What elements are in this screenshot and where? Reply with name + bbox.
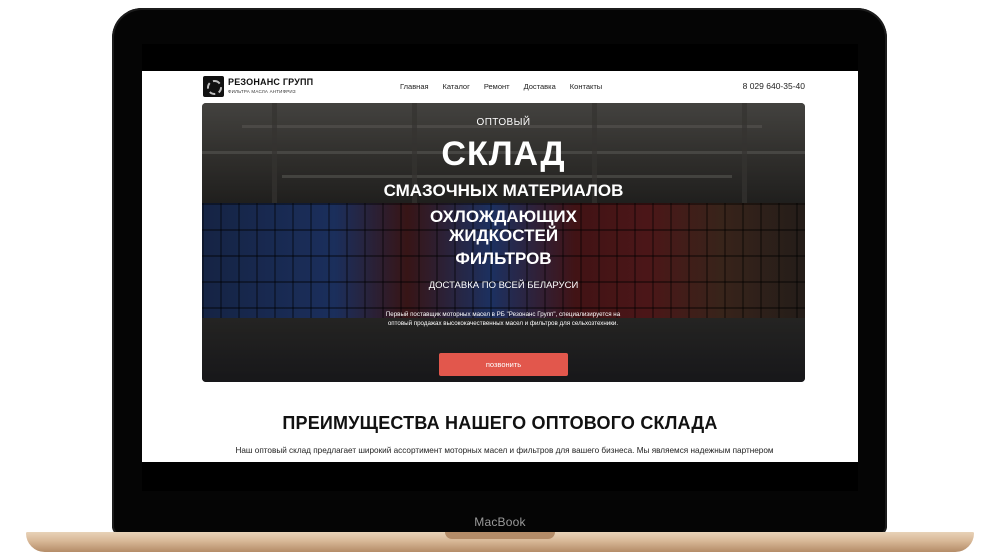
nav-item-contacts[interactable]: Контакты bbox=[570, 82, 602, 91]
main-nav: Главная Каталог Ремонт Доставка Контакты bbox=[400, 82, 602, 91]
hero-line-coolant: ОХЛОЖДАЮЩИХ bbox=[429, 207, 577, 226]
site-header: РЕЗОНАНС ГРУПП ФИЛЬТРА МАСЛА АНТИФРИЗ Гл… bbox=[142, 71, 858, 101]
logo-icon[interactable] bbox=[203, 76, 224, 97]
laptop-brand-label: MacBook bbox=[474, 515, 526, 529]
hero-banner: ОПТОВЫЙ СКЛАД СМАЗОЧНЫХ МАТЕРИАЛОВ ОХЛОЖ… bbox=[202, 103, 805, 382]
logo-subtitle: ФИЛЬТРА МАСЛА АНТИФРИЗ bbox=[228, 89, 296, 94]
hero-description: Первый поставщик моторных масел в РБ "Ре… bbox=[385, 311, 621, 327]
hero-delivery-note: ДОСТАВКА ПО ВСЕЙ БЕЛАРУСИ bbox=[428, 280, 579, 291]
call-button[interactable]: позвонить bbox=[439, 353, 568, 376]
logo-title[interactable]: РЕЗОНАНС ГРУПП bbox=[228, 77, 313, 87]
laptop-notch bbox=[445, 532, 555, 539]
nav-item-repair[interactable]: Ремонт bbox=[484, 82, 510, 91]
hero-title: СКЛАД bbox=[441, 135, 566, 173]
hero-line-lubricants: СМАЗОЧНЫХ МАТЕРИАЛОВ bbox=[383, 181, 624, 200]
hero-line-filters: ФИЛЬТРОВ bbox=[455, 249, 552, 268]
nav-item-delivery[interactable]: Доставка bbox=[524, 82, 556, 91]
phone-number[interactable]: 8 029 640-35-40 bbox=[743, 81, 805, 91]
nav-item-catalog[interactable]: Каталог bbox=[443, 82, 470, 91]
hero-kicker: ОПТОВЫЙ bbox=[476, 117, 531, 128]
logo-ring-icon bbox=[207, 80, 222, 95]
nav-item-home[interactable]: Главная bbox=[400, 82, 429, 91]
advantages-text: Наш оптовый склад предлагает широкий асс… bbox=[235, 446, 774, 455]
laptop-screen: РЕЗОНАНС ГРУПП ФИЛЬТРА МАСЛА АНТИФРИЗ Гл… bbox=[142, 44, 858, 491]
website-page: РЕЗОНАНС ГРУПП ФИЛЬТРА МАСЛА АНТИФРИЗ Гл… bbox=[142, 71, 858, 462]
hero-line-liquids: ЖИДКОСТЕЙ bbox=[448, 226, 559, 245]
advantages-title: ПРЕИМУЩЕСТВА НАШЕГО ОПТОВОГО СКЛАДА bbox=[282, 413, 718, 433]
